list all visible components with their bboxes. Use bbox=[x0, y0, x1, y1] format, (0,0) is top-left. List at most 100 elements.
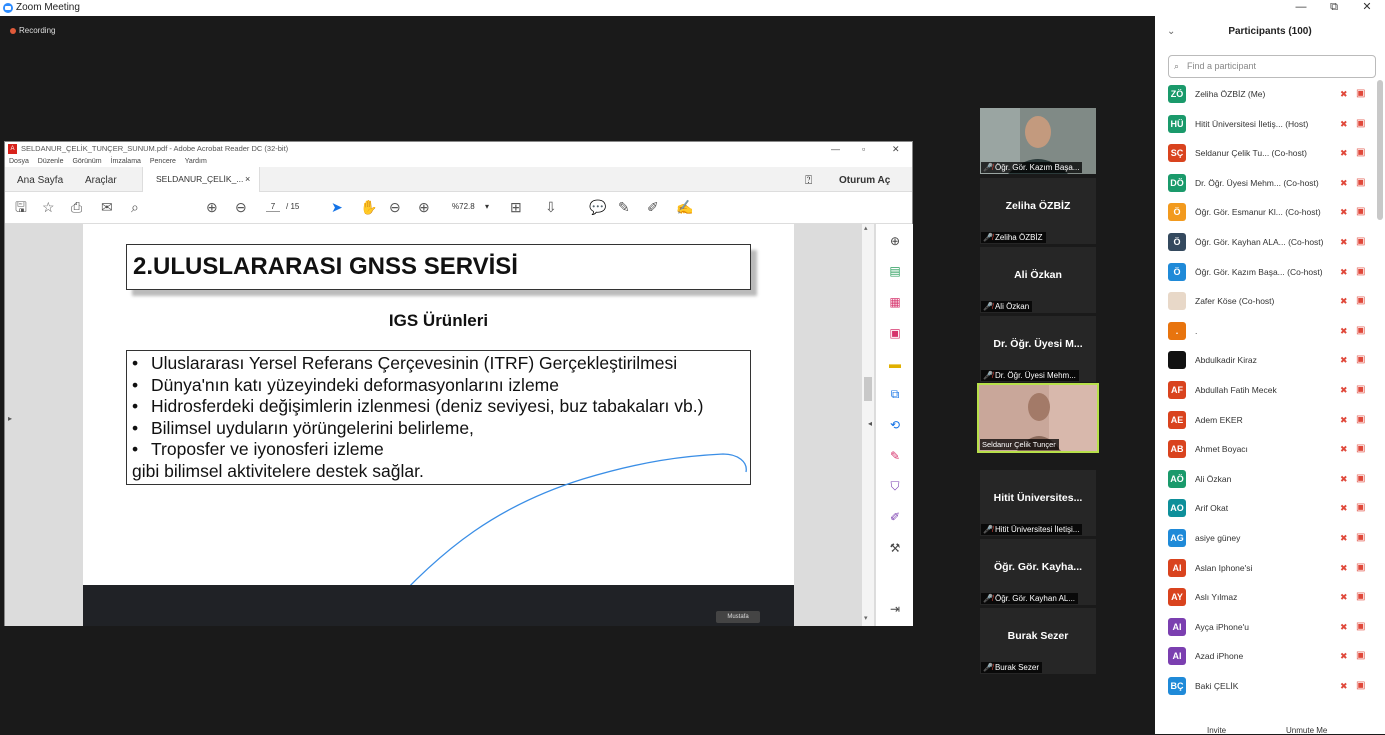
muted-mic-icon: 🎤̸ bbox=[983, 371, 993, 380]
search-icon: ⌕ bbox=[1174, 61, 1180, 71]
video-off-icon[interactable]: ▣ bbox=[1356, 384, 1365, 396]
participant-row[interactable]: Ö Öğr. Gör. Kayhan ALA... (Co-host) ✖ ▣ bbox=[1168, 233, 1373, 253]
participant-row[interactable]: DÖ Dr. Öğr. Üyesi Mehm... (Co-host) ✖ ▣ bbox=[1168, 173, 1373, 194]
muted-mic-icon[interactable]: ✖ bbox=[1340, 354, 1348, 366]
participant-search-input[interactable]: ⌕ Find a participant bbox=[1168, 55, 1376, 78]
active-speaker-tile[interactable]: Seldanur Çelik Tunçer bbox=[977, 383, 1099, 453]
participant-row[interactable]: AI Aslan Iphone'si ✖ ▣ bbox=[1168, 558, 1373, 579]
video-off-icon[interactable]: ▣ bbox=[1356, 443, 1365, 455]
participant-row[interactable]: Ö Öğr. Gör. Kazım Başa... (Co-host) ✖ ▣ bbox=[1168, 262, 1373, 283]
participant-row[interactable]: HÜ Hitit Üniversitesi İletiş... (Host) ✖ ▣ bbox=[1168, 114, 1373, 135]
participant-name: Abdullah Fatih Mecek bbox=[1195, 385, 1277, 395]
muted-mic-icon[interactable]: ✖ bbox=[1340, 236, 1348, 248]
video-tile-label: 🎤̸ Öğr. Gör. Kayhan AL... bbox=[981, 593, 1079, 604]
video-off-icon[interactable]: ▣ bbox=[1356, 325, 1365, 337]
search-placeholder: Find a participant bbox=[1187, 61, 1257, 71]
participant-name: Öğr. Gör. Kazım Başa... (Co-host) bbox=[1195, 266, 1323, 277]
muted-mic-icon[interactable]: ✖ bbox=[1340, 118, 1348, 130]
muted-mic-icon[interactable]: ✖ bbox=[1340, 206, 1348, 218]
participant-row[interactable]: .. ✖ ▣ bbox=[1168, 321, 1373, 342]
video-off-icon[interactable]: ▣ bbox=[1356, 591, 1365, 603]
participant-list-scrollbar[interactable] bbox=[1377, 80, 1383, 220]
participant-row[interactable]: AE Adem EKER ✖ ▣ bbox=[1168, 410, 1373, 431]
participant-row[interactable]: AÖ Ali Özkan ✖ ▣ bbox=[1168, 469, 1373, 490]
participant-row[interactable]: AB Ahmet Boyacı ✖ ▣ bbox=[1168, 440, 1373, 460]
muted-mic-icon: 🎤̸ bbox=[983, 233, 993, 242]
video-off-icon[interactable]: ▣ bbox=[1356, 532, 1365, 544]
video-tile[interactable]: Hitit Üniversites... 🎤̸ Hitit Üniversites… bbox=[980, 470, 1096, 536]
video-tile-label: Seldanur Çelik Tunçer bbox=[980, 439, 1059, 450]
muted-mic-icon[interactable]: ✖ bbox=[1340, 502, 1348, 514]
mail-icon: ✉ bbox=[101, 199, 113, 215]
video-tile[interactable]: Burak Sezer 🎤̸ Burak Sezer bbox=[980, 608, 1096, 674]
participant-row[interactable]: Ö Öğr. Gör. Esmanur Kl... (Co-host) ✖ ▣ bbox=[1168, 203, 1373, 223]
video-tile-name: Burak Sezer bbox=[1007, 630, 1069, 642]
zoom-in-icon: ⊕ bbox=[418, 199, 430, 215]
menu-item: Yardım bbox=[184, 158, 207, 165]
participant-row[interactable]: AO Arif Okat ✖ ▣ bbox=[1168, 499, 1373, 519]
video-tile[interactable]: Öğr. Gör. Kayha... 🎤̸ Öğr. Gör. Kayhan AL… bbox=[980, 539, 1096, 605]
video-off-icon[interactable]: ▣ bbox=[1356, 680, 1365, 692]
video-tile-name: Dr. Öğr. Üyesi M... bbox=[993, 338, 1083, 350]
video-off-icon[interactable]: ▣ bbox=[1356, 502, 1365, 514]
video-off-icon[interactable]: ▣ bbox=[1356, 562, 1365, 574]
video-off-icon[interactable]: ▣ bbox=[1356, 236, 1365, 248]
video-off-icon[interactable]: ▣ bbox=[1356, 206, 1365, 218]
muted-mic-icon[interactable]: ✖ bbox=[1340, 147, 1348, 159]
video-off-icon[interactable]: ▣ bbox=[1356, 177, 1365, 189]
participant-row[interactable]: AG asiye güney ✖ ▣ bbox=[1168, 529, 1373, 549]
muted-mic-icon[interactable]: ✖ bbox=[1340, 384, 1348, 396]
video-off-icon[interactable]: ▣ bbox=[1356, 147, 1365, 159]
video-tile[interactable]: Dr. Öğr. Üyesi M... 🎤̸ Dr. Öğr. Üyesi Meh… bbox=[980, 316, 1096, 382]
video-off-icon[interactable]: ▣ bbox=[1356, 118, 1365, 130]
participant-row[interactable]: ZÖ Zeliha ÖZBİZ (Me) ✖ ▣ bbox=[1168, 85, 1373, 105]
video-tile-label-text: Hitit Üniversitesi İletişi... bbox=[994, 525, 1080, 534]
muted-mic-icon[interactable]: ✖ bbox=[1340, 680, 1348, 692]
video-off-icon[interactable]: ▣ bbox=[1356, 621, 1365, 633]
minimize-button[interactable]: — bbox=[1286, 0, 1316, 16]
video-off-icon[interactable]: ▣ bbox=[1356, 650, 1365, 662]
video-tile[interactable]: Zeliha ÖZBİZ 🎤̸ Zeliha ÖZBİZ bbox=[980, 178, 1096, 244]
muted-mic-icon[interactable]: ✖ bbox=[1340, 88, 1348, 100]
avatar: Ö bbox=[1168, 262, 1186, 281]
restore-button[interactable]: ⧉ bbox=[1319, 0, 1349, 16]
muted-mic-icon[interactable]: ✖ bbox=[1340, 325, 1348, 337]
muted-mic-icon[interactable]: ✖ bbox=[1340, 295, 1348, 307]
participant-row[interactable]: Zafer Köse (Co-host) ✖ ▣ bbox=[1168, 292, 1373, 312]
participant-row[interactable]: AF Abdullah Fatih Mecek ✖ ▣ bbox=[1168, 381, 1373, 401]
video-off-icon[interactable]: ▣ bbox=[1356, 414, 1365, 426]
compress-icon: ⟲ bbox=[889, 418, 901, 432]
muted-mic-icon[interactable]: ✖ bbox=[1340, 621, 1348, 633]
presenter-label: Mustafa bbox=[716, 611, 760, 623]
video-off-icon[interactable]: ▣ bbox=[1356, 473, 1365, 485]
muted-mic-icon[interactable]: ✖ bbox=[1340, 266, 1348, 278]
muted-mic-icon[interactable]: ✖ bbox=[1340, 650, 1348, 662]
muted-mic-icon[interactable]: ✖ bbox=[1340, 443, 1348, 455]
muted-mic-icon[interactable]: ✖ bbox=[1340, 532, 1348, 544]
participant-row[interactable]: AY Aslı Yılmaz ✖ ▣ bbox=[1168, 588, 1373, 608]
participant-row[interactable]: AI Azad iPhone ✖ ▣ bbox=[1168, 647, 1373, 667]
participant-row[interactable]: Abdulkadir Kiraz ✖ ▣ bbox=[1168, 351, 1373, 371]
video-off-icon[interactable]: ▣ bbox=[1356, 266, 1365, 278]
video-off-icon[interactable]: ▣ bbox=[1356, 88, 1365, 100]
muted-mic-icon[interactable]: ✖ bbox=[1340, 591, 1348, 603]
muted-mic-icon: 🎤̸ bbox=[983, 163, 993, 172]
video-tile[interactable]: 🎤̸ Öğr. Gör. Kazım Başa... bbox=[980, 108, 1096, 174]
muted-mic-icon[interactable]: ✖ bbox=[1340, 177, 1348, 189]
recording-indicator[interactable]: Recording bbox=[10, 26, 55, 35]
close-button[interactable]: ✕ bbox=[1352, 0, 1382, 16]
muted-mic-icon[interactable]: ✖ bbox=[1340, 562, 1348, 574]
participant-row[interactable]: BÇ Baki ÇELİK ✖ ▣ bbox=[1168, 677, 1373, 697]
muted-mic-icon[interactable]: ✖ bbox=[1340, 414, 1348, 426]
participant-row[interactable]: AI Ayça iPhone'u ✖ ▣ bbox=[1168, 617, 1373, 638]
video-off-icon[interactable]: ▣ bbox=[1356, 295, 1365, 307]
avatar: DÖ bbox=[1168, 173, 1186, 192]
video-off-icon[interactable]: ▣ bbox=[1356, 354, 1365, 366]
muted-mic-icon[interactable]: ✖ bbox=[1340, 473, 1348, 485]
avatar: AF bbox=[1168, 381, 1186, 399]
participant-row[interactable]: SÇ Seldanur Çelik Tu... (Co-host) ✖ ▣ bbox=[1168, 144, 1373, 164]
muted-mic-icon: 🎤̸ bbox=[983, 302, 993, 311]
page-total: / 15 bbox=[286, 202, 300, 211]
video-tile[interactable]: Ali Özkan 🎤̸ Ali Özkan bbox=[980, 247, 1096, 313]
video-tile-name: Öğr. Gör. Kayha... bbox=[993, 561, 1083, 573]
